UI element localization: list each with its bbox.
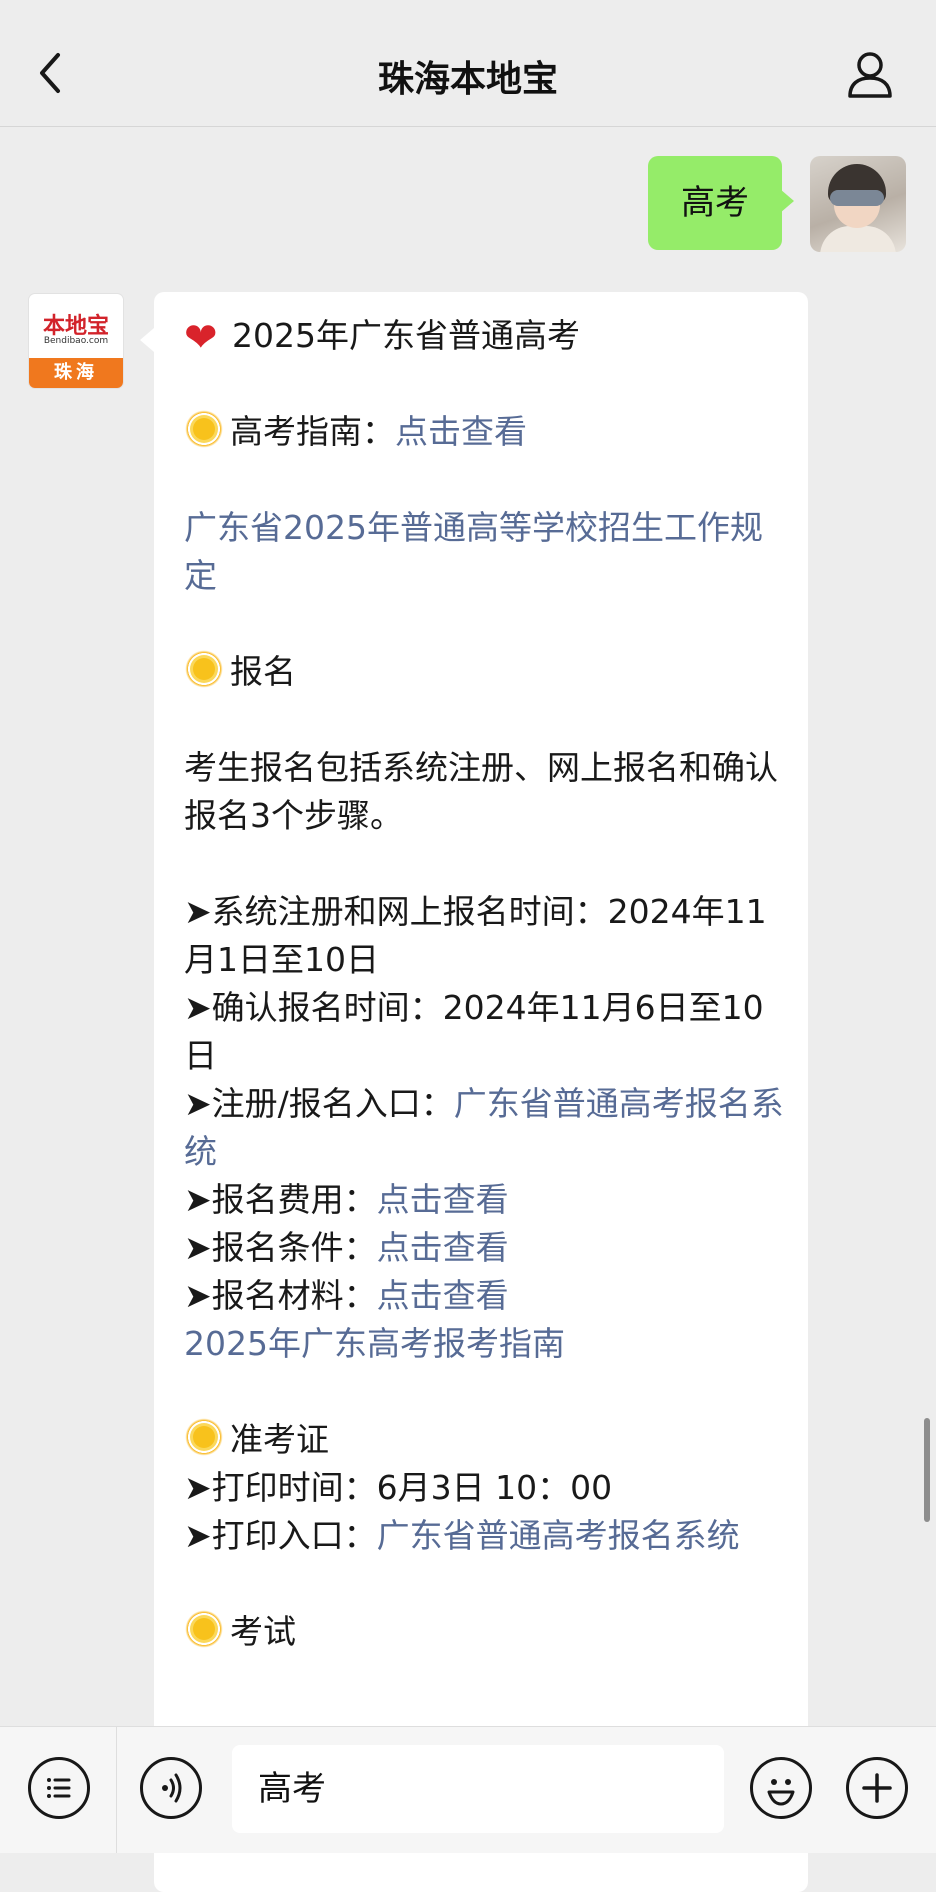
heart-icon: ❤ [184, 315, 218, 361]
conditions-line: ➤报名条件：点击查看 [184, 1228, 509, 1267]
conditions-link[interactable]: 点击查看 [377, 1228, 509, 1267]
exam-guide-link[interactable]: 2025年广东高考报考指南 [184, 1324, 565, 1363]
menu-button[interactable] [28, 1757, 90, 1819]
avatar-site-text: Bendibao.com [43, 336, 109, 346]
message-input-value: 高考 [258, 1769, 326, 1809]
section-signup: 报名 [184, 648, 784, 696]
avatar-city-text: 珠海 [29, 358, 123, 388]
scrollbar-thumb[interactable] [924, 1418, 930, 1522]
message-input[interactable]: 高考 [232, 1745, 724, 1833]
plus-button[interactable] [846, 1757, 908, 1819]
avatar-shirt [820, 226, 896, 252]
fee-link[interactable]: 点击查看 [377, 1180, 509, 1219]
message-body: ❤ 2025年广东省普通高考 高考指南：点击查看 广东省2025年普通高等学校招生… [184, 312, 784, 1656]
materials-line: ➤报名材料：点击查看 [184, 1276, 509, 1315]
guide-line: 高考指南：点击查看 [184, 408, 784, 456]
materials-link[interactable]: 点击查看 [377, 1276, 509, 1315]
plus-icon [862, 1773, 892, 1803]
signup-description: 考生报名包括系统注册、网上报名和确认报名3个步骤。 [184, 748, 778, 835]
regulation-link[interactable]: 广东省2025年普通高等学校招生工作规定 [184, 508, 763, 595]
print-entry-line: ➤打印入口：广东省普通高考报名系统 [184, 1516, 740, 1555]
list-icon [47, 1778, 71, 1798]
input-toolbar: 高考 [0, 1726, 936, 1853]
print-time: ➤打印时间：6月3日 10：00 [184, 1468, 613, 1507]
voice-button[interactable] [140, 1757, 202, 1819]
outgoing-message[interactable]: 高考 [648, 156, 794, 250]
incoming-message: ❤ 2025年广东省普通高考 高考指南：点击查看 广东省2025年普通高等学校招生… [140, 292, 808, 1892]
emoji-icon [767, 1779, 795, 1806]
entry-line: ➤注册/报名入口：广东省普通高考报名系统 [184, 1084, 784, 1171]
voice-icon [162, 1773, 182, 1803]
bot-avatar[interactable]: 本地宝 Bendibao.com 珠海 [29, 294, 123, 388]
person-icon [848, 52, 892, 98]
sun-icon [184, 1609, 224, 1649]
nav-bar: 珠海本地宝 [0, 0, 936, 127]
guide-link[interactable]: 点击查看 [395, 412, 527, 451]
section-exam: 考试 [184, 1608, 784, 1656]
profile-button[interactable] [844, 48, 896, 100]
avatar-eye-mask [830, 190, 884, 206]
sun-icon [184, 1417, 224, 1457]
registration-time: ➤系统注册和网上报名时间：2024年11月1日至10日 [184, 892, 767, 979]
sun-icon [184, 649, 224, 689]
section-admission-ticket: 准考证 [184, 1416, 784, 1464]
user-avatar[interactable] [810, 156, 906, 252]
emoji-button[interactable] [750, 1757, 812, 1819]
fee-line: ➤报名费用：点击查看 [184, 1180, 509, 1219]
print-entry-link[interactable]: 广东省普通高考报名系统 [377, 1516, 740, 1555]
sun-icon [184, 409, 224, 449]
chat-title: 珠海本地宝 [377, 59, 558, 100]
toolbar-divider [116, 1727, 117, 1853]
message-title: ❤ 2025年广东省普通高考 [184, 315, 580, 361]
confirm-time: ➤确认报名时间：2024年11月6日至10日 [184, 988, 764, 1075]
